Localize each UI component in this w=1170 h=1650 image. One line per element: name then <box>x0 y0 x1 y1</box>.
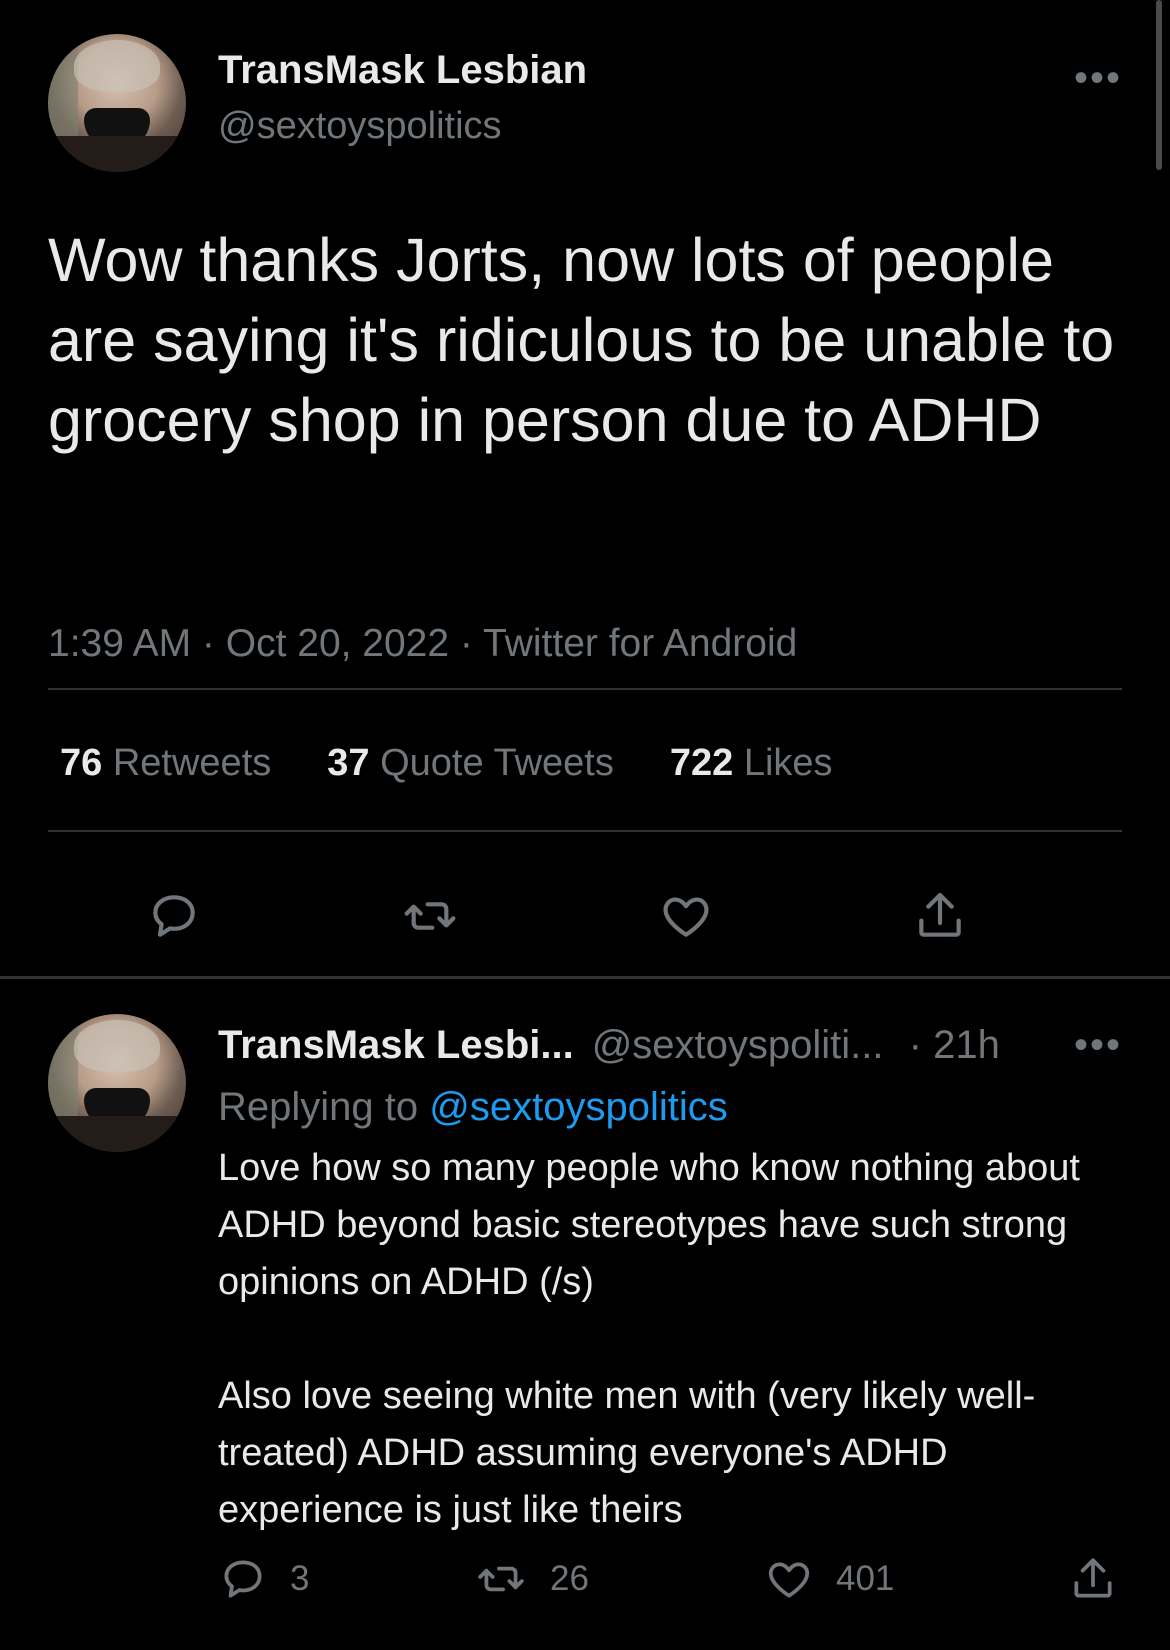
share-button[interactable] <box>1068 1554 1118 1604</box>
share-icon[interactable] <box>908 884 972 948</box>
reply-tweet[interactable]: TransMask Lesbi... @sextoyspoliti... · 21… <box>48 1014 1122 1634</box>
share-icon <box>1074 1558 1112 1598</box>
replying-to: Replying to @sextoyspolitics <box>218 1085 728 1129</box>
tweet-text: Wow thanks Jorts, now lots of people are… <box>48 226 1115 454</box>
reply-button[interactable]: 3 <box>218 1554 309 1604</box>
like-icon <box>768 1562 810 1598</box>
avatar[interactable] <box>48 34 186 172</box>
retweets-stat[interactable]: 76 Retweets <box>60 742 271 785</box>
retweet-button[interactable]: 26 <box>474 1554 589 1604</box>
like-button[interactable]: 401 <box>764 1554 894 1604</box>
more-horizontal-icon[interactable]: ••• <box>1074 1018 1122 1072</box>
mention-link[interactable]: @sextoyspolitics <box>429 1085 727 1129</box>
section-divider <box>0 976 1170 979</box>
tweet-header: TransMask Lesbian @sextoyspolitics ••• <box>48 34 1122 174</box>
display-name[interactable]: TransMask Lesbian <box>218 46 587 94</box>
reply-icon <box>224 1560 262 1598</box>
quote-tweets-stat[interactable]: 37 Quote Tweets <box>327 742 614 785</box>
like-count: 401 <box>836 1559 895 1598</box>
reply-paragraph: Love how so many people who know nothing… <box>218 1147 1080 1303</box>
reply-icon[interactable] <box>142 884 206 948</box>
reply-header: TransMask Lesbi... @sextoyspoliti... · 21… <box>218 1018 1122 1072</box>
retweet-count: 26 <box>550 1559 589 1598</box>
more-horizontal-icon[interactable]: ••• <box>1074 56 1122 101</box>
reply-count: 3 <box>290 1559 310 1598</box>
tweet-actions <box>48 884 1122 964</box>
like-icon[interactable] <box>654 884 718 948</box>
reply-text: Love how so many people who know nothing… <box>218 1140 1122 1596</box>
scrollbar[interactable] <box>1156 0 1162 170</box>
reply-paragraph: Also love seeing white men with (very li… <box>218 1375 1036 1531</box>
reply-actions: 3 26 401 <box>218 1554 1122 1614</box>
retweet-icon[interactable] <box>398 884 462 948</box>
user-handle[interactable]: @sextoyspoliti... <box>592 1023 884 1067</box>
retweet-icon <box>478 1566 524 1592</box>
tweet-timestamp[interactable]: 1:39 AM · Oct 20, 2022 · Twitter for And… <box>48 622 797 666</box>
reply-time[interactable]: · 21h <box>909 1023 1000 1067</box>
likes-stat[interactable]: 722 Likes <box>670 742 833 785</box>
display-name[interactable]: TransMask Lesbi... <box>218 1023 574 1067</box>
engagement-stats: 76 Retweets 37 Quote Tweets 722 Likes <box>60 742 833 785</box>
avatar[interactable] <box>48 1014 186 1152</box>
divider <box>48 688 1122 690</box>
user-handle[interactable]: @sextoyspolitics <box>218 102 587 150</box>
divider <box>48 830 1122 832</box>
